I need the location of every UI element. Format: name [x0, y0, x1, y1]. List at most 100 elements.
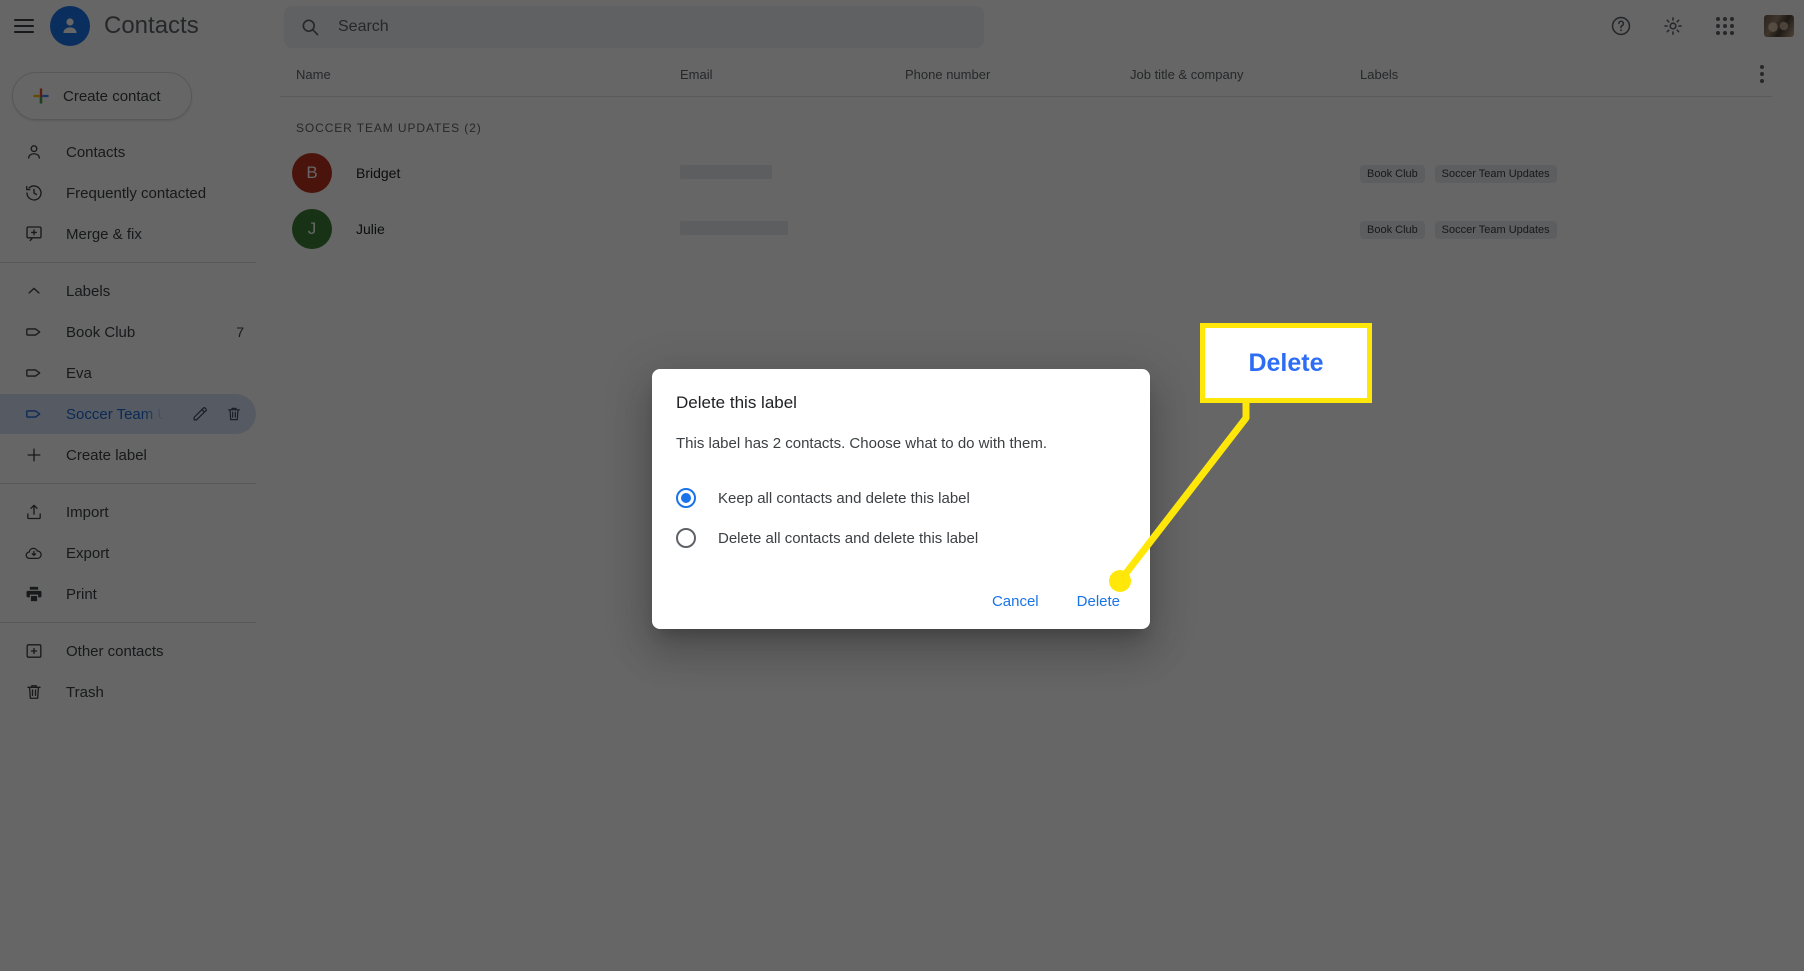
trash-delete-icon[interactable] [224, 404, 244, 424]
pencil-edit-icon[interactable] [190, 404, 210, 424]
sidebar-item-trash[interactable]: Trash [0, 672, 256, 712]
avatar-initial: B [306, 163, 318, 182]
sidebar-item-merge-and-fix[interactable]: Merge & fix [0, 214, 256, 254]
contact-group-title: SOCCER TEAM UPDATES (2) [296, 121, 482, 135]
avatar: J [292, 209, 332, 249]
search-icon [300, 17, 320, 37]
radio-button-unselected-icon[interactable] [676, 528, 696, 548]
contact-name: Bridget [356, 165, 401, 181]
sidebar-section-labels[interactable]: Labels [0, 271, 256, 311]
sidebar-item-soccer-team-updates[interactable]: Soccer Team Up [0, 394, 256, 434]
contact-name: Julie [356, 221, 385, 237]
sidebar-item-label: Merge & fix [66, 225, 142, 243]
sidebar-item-label: Export [66, 544, 110, 562]
sidebar-item-label: Soccer Team Up [66, 405, 168, 423]
radio-option-label: Delete all contacts and delete this labe… [718, 529, 979, 547]
label-chip: Book Club [1360, 164, 1425, 183]
gear-icon[interactable] [1660, 13, 1686, 39]
sidebar-divider [0, 622, 256, 623]
label-chip: Soccer Team Updates [1434, 164, 1557, 183]
label-tag-icon [24, 363, 44, 383]
sidebar-item-label: Other contacts [66, 642, 164, 660]
sidebar-item-book-club[interactable]: Book Club 7 [0, 312, 256, 352]
sidebar-divider [0, 262, 256, 263]
sidebar-item-label: Book Club [66, 323, 136, 341]
column-header-job: Job title & company [1130, 66, 1244, 82]
search-bar[interactable] [284, 6, 984, 48]
contact-labels: Book Club Soccer Team Updates [1360, 164, 1660, 183]
table-row[interactable]: B Bridget Book Club Soccer Team Updates [280, 145, 1772, 201]
sidebar-item-create-label[interactable]: Create label [0, 435, 256, 475]
label-tag-icon [24, 322, 44, 342]
redacted-email [680, 220, 788, 235]
column-header-name: Name [296, 66, 331, 82]
plus-icon [31, 86, 51, 106]
avatar[interactable] [1764, 15, 1794, 37]
sidebar-item-print[interactable]: Print [0, 574, 256, 614]
label-tag-icon [24, 404, 44, 424]
top-bar-actions [1608, 0, 1794, 52]
sidebar-item-contacts[interactable]: Contacts [0, 132, 256, 172]
avatar: B [292, 153, 332, 193]
sidebar-item-label: Print [66, 585, 97, 603]
delete-label-dialog: Delete this label This label has 2 conta… [652, 369, 1150, 629]
sidebar-item-label: Trash [66, 683, 104, 701]
sidebar-item-label: Frequently contacted [66, 184, 207, 202]
hamburger-menu-icon[interactable] [14, 19, 34, 33]
help-icon[interactable] [1608, 13, 1634, 39]
sidebar-item-label: Eva [66, 364, 92, 382]
radio-option-label: Keep all contacts and delete this label [718, 489, 970, 507]
sidebar-item-label: Create label [66, 446, 147, 464]
sidebar-item-label: Import [66, 503, 109, 521]
create-contact-label: Create contact [63, 87, 161, 105]
dialog-actions: Cancel Delete [980, 584, 1132, 619]
sidebar-item-label: Contacts [66, 143, 126, 161]
other-contacts-icon [24, 641, 44, 661]
cancel-button[interactable]: Cancel [980, 584, 1051, 619]
label-chip: Soccer Team Updates [1434, 220, 1557, 239]
contact-email [680, 220, 905, 238]
column-header-phone: Phone number [905, 66, 991, 82]
history-clock-icon [24, 183, 44, 203]
contact-labels: Book Club Soccer Team Updates [1360, 220, 1660, 239]
export-cloud-download-icon [24, 543, 44, 563]
import-upload-icon [24, 502, 44, 522]
label-chip: Book Club [1360, 220, 1425, 239]
sidebar-section-label: Labels [66, 282, 111, 300]
sidebar-item-eva[interactable]: Eva [0, 353, 256, 393]
radio-option-keep-contacts[interactable]: Keep all contacts and delete this label [676, 478, 1126, 518]
table-header-row: Name Email Phone number Job title & comp… [280, 52, 1772, 97]
sidebar-item-export[interactable]: Export [0, 533, 256, 573]
avatar-initial: J [307, 219, 317, 238]
search-input[interactable] [336, 17, 968, 37]
label-row-actions [190, 404, 244, 424]
contact-email [680, 164, 905, 182]
redacted-email [680, 164, 772, 179]
table-row[interactable]: J Julie Book Club Soccer Team Updates [280, 201, 1772, 257]
person-outline-icon [24, 142, 44, 162]
radio-button-selected-icon[interactable] [676, 488, 696, 508]
merge-fix-icon [24, 224, 44, 244]
annotation-callout-delete: Delete [1200, 323, 1372, 403]
annotation-target-dot [1109, 570, 1131, 592]
brand: Contacts [50, 6, 199, 46]
sidebar-divider [0, 483, 256, 484]
sidebar-item-other-contacts[interactable]: Other contacts [0, 631, 256, 671]
create-contact-button[interactable]: Create contact [12, 72, 192, 120]
top-bar: Contacts [0, 0, 1804, 52]
person-circle-icon [50, 6, 90, 46]
sidebar-item-count: 7 [236, 324, 244, 340]
app-title: Contacts [104, 12, 199, 39]
trash-delete-icon [24, 682, 44, 702]
column-header-labels: Labels [1360, 66, 1399, 82]
dialog-title: Delete this label [676, 393, 797, 412]
sidebar-item-import[interactable]: Import [0, 492, 256, 532]
radio-option-delete-contacts[interactable]: Delete all contacts and delete this labe… [676, 518, 1126, 558]
column-header-email: Email [680, 66, 713, 82]
printer-icon [24, 584, 44, 604]
apps-grid-icon[interactable] [1712, 13, 1738, 39]
sidebar: Create contact Contacts Frequently conta… [0, 52, 256, 971]
kebab-more-icon[interactable] [1760, 65, 1764, 83]
sidebar-item-frequently-contacted[interactable]: Frequently contacted [0, 173, 256, 213]
plus-icon [24, 445, 44, 465]
